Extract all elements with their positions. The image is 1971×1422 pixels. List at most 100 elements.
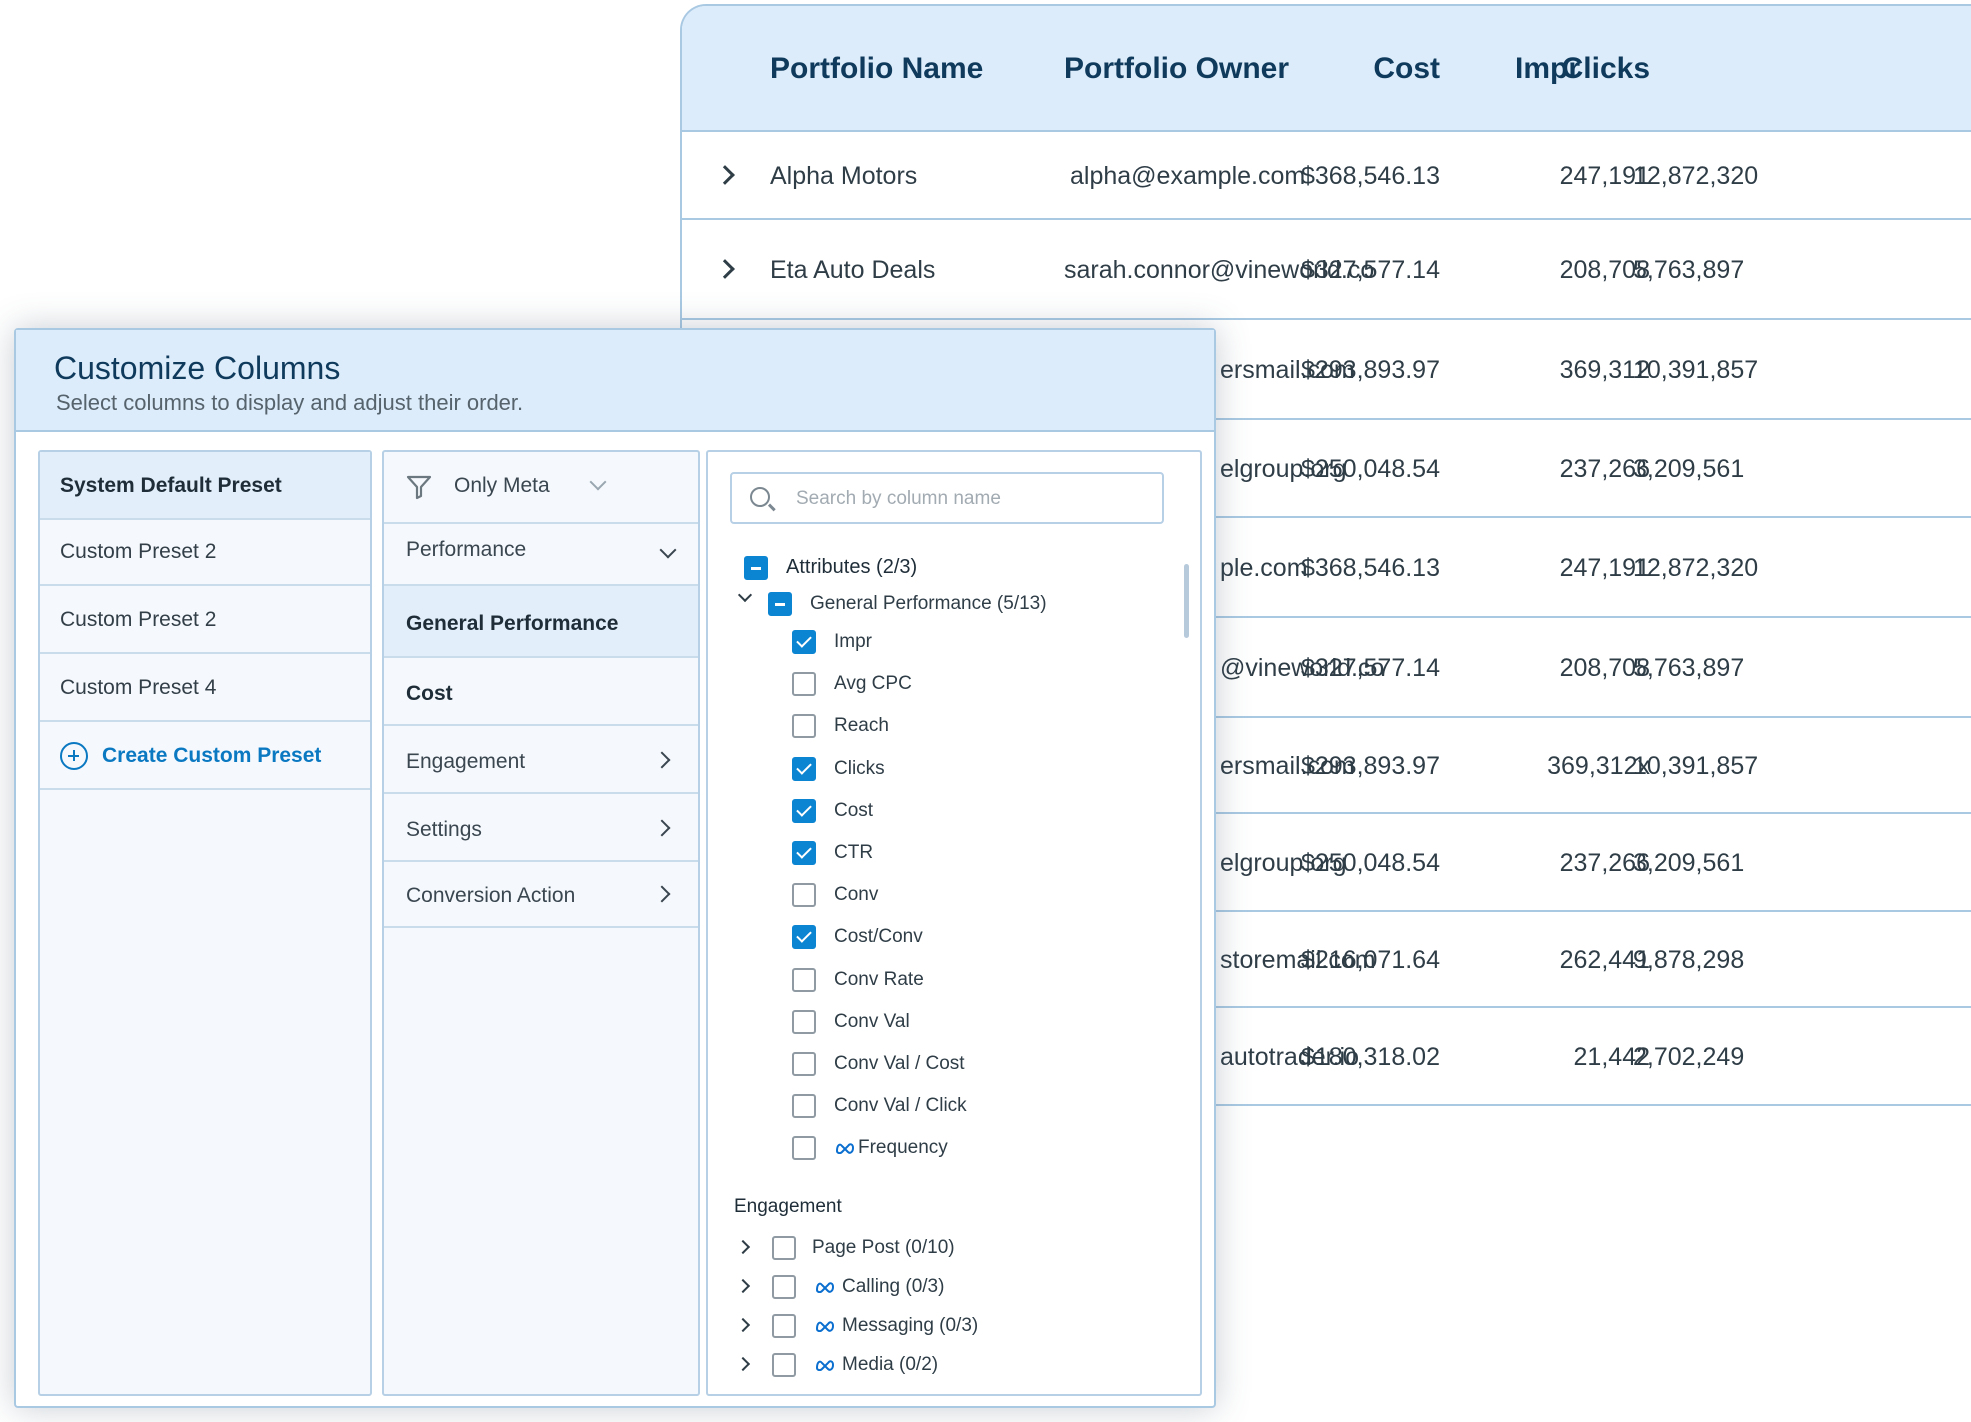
col-header-portfolio-owner[interactable]: Portfolio Owner xyxy=(1064,52,1289,86)
engagement-label-text: Calling (0/3) xyxy=(842,1276,945,1297)
engagement-checkbox[interactable] xyxy=(772,1314,796,1338)
expand-row-icon[interactable] xyxy=(715,165,735,185)
meta-icon xyxy=(815,1360,835,1371)
expand-icon[interactable] xyxy=(735,1317,751,1333)
category-settings[interactable]: Settings xyxy=(384,794,698,862)
filter-label: Only Meta xyxy=(454,474,550,497)
field-label: CTR xyxy=(834,842,873,864)
field-checkbox[interactable] xyxy=(792,925,816,950)
field-checkbox[interactable] xyxy=(792,1094,816,1119)
field-label-text: Conv Rate xyxy=(834,968,924,990)
field-label: Cost/Conv xyxy=(834,926,923,948)
preset-item[interactable]: Custom Preset 2 xyxy=(40,518,370,586)
field-checkbox[interactable] xyxy=(792,714,816,739)
col-header-cost[interactable]: Cost xyxy=(1373,52,1440,86)
clicks-cell: 237,266 xyxy=(1559,455,1650,483)
category-cost[interactable]: Cost xyxy=(384,658,698,726)
table-row[interactable]: Eta Auto Deals sarah.connor@vineworld.co $… xyxy=(682,220,1971,320)
field-label: Cost xyxy=(834,800,873,822)
category-conversion-action[interactable]: Conversion Action xyxy=(384,862,698,928)
field-label-text: Conv xyxy=(834,884,879,906)
category-engagement[interactable]: Engagement xyxy=(384,726,698,794)
field-label-text: Cost xyxy=(834,799,874,821)
expand-icon[interactable] xyxy=(735,1356,751,1372)
field-checkbox[interactable] xyxy=(792,1052,816,1076)
preset-item[interactable]: Custom Preset 4 xyxy=(40,654,370,722)
impr-cell: 12,872,320 xyxy=(1633,162,1759,190)
fields-panel: Attributes (2/3) General Performance (5/… xyxy=(706,450,1202,1396)
field-checkbox[interactable] xyxy=(792,672,816,697)
preset-item[interactable]: System Default Preset xyxy=(40,452,370,520)
general-performance-checkbox[interactable] xyxy=(768,592,792,616)
meta-filter-dropdown[interactable]: Only Meta xyxy=(384,452,698,524)
portfolio-owner-cell: alpha@example.com xyxy=(1070,162,1306,190)
engagement-heading: Engagement xyxy=(734,1196,842,1217)
category-general-performance[interactable]: General Performance xyxy=(384,586,698,658)
field-checkbox[interactable] xyxy=(792,841,816,865)
clicks-cell: 247,191 xyxy=(1559,162,1650,190)
field-checkbox[interactable] xyxy=(792,798,816,823)
col-header-clicks[interactable]: Clicks xyxy=(1562,52,1650,86)
filter-icon xyxy=(406,475,432,500)
table-row[interactable]: Alpha Motors alpha@example.com $368,546.13… xyxy=(682,132,1971,220)
field-checkbox[interactable] xyxy=(792,883,816,908)
expand-icon[interactable] xyxy=(735,1278,751,1294)
col-header-portfolio-name[interactable]: Portfolio Name xyxy=(770,52,983,86)
clicks-cell: 369,312 xyxy=(1559,356,1650,384)
field-label: Conv Val / Click xyxy=(834,1095,967,1117)
clicks-cell: 262,441 xyxy=(1559,946,1650,974)
preset-label: System Default Preset xyxy=(60,474,282,497)
expand-row-icon[interactable] xyxy=(715,259,735,279)
cost-cell: $293,893.97 xyxy=(1300,356,1440,384)
cost-cell: $180,318.02 xyxy=(1300,1043,1440,1071)
chevron-right-icon xyxy=(653,885,671,903)
chevron-right-icon xyxy=(653,819,671,837)
cost-cell: $250,048.54 xyxy=(1300,849,1440,877)
field-label: Avg CPC xyxy=(834,673,912,695)
engagement-label-text: Media (0/2) xyxy=(842,1354,939,1375)
field-label: Conv Rate xyxy=(834,969,924,991)
field-label: Reach xyxy=(834,715,889,737)
expand-icon[interactable] xyxy=(735,1239,751,1255)
field-checkbox[interactable] xyxy=(792,967,816,992)
clicks-cell: 208,708 xyxy=(1559,654,1650,682)
performance-group[interactable]: Performance xyxy=(384,524,698,586)
engagement-checkbox[interactable] xyxy=(772,1236,796,1260)
categories-list: Only Meta Performance General Performanc… xyxy=(382,450,700,1396)
performance-label: Performance xyxy=(406,538,527,561)
field-label: Conv xyxy=(834,884,878,906)
search-icon xyxy=(750,487,770,507)
cost-cell: $293,893.97 xyxy=(1300,752,1440,780)
attributes-checkbox[interactable] xyxy=(744,556,768,580)
column-search[interactable] xyxy=(730,472,1164,524)
field-checkbox[interactable] xyxy=(792,1009,816,1034)
impr-cell: 10,391,857 xyxy=(1633,752,1759,780)
collapse-icon[interactable] xyxy=(737,587,753,603)
meta-icon xyxy=(815,1321,835,1332)
chevron-down-icon xyxy=(659,541,677,559)
general-performance-label: General Performance (5/13) xyxy=(810,593,1047,614)
impr-cell: 12,872,320 xyxy=(1633,554,1759,582)
field-label: Clicks xyxy=(834,758,885,780)
cost-cell: $216,071.64 xyxy=(1300,946,1440,974)
field-label-text: Clicks xyxy=(834,757,885,779)
create-preset-label: Create Custom Preset xyxy=(102,744,322,767)
field-checkbox[interactable] xyxy=(792,1136,816,1161)
chevron-down-icon xyxy=(589,473,607,491)
engagement-checkbox[interactable] xyxy=(772,1353,796,1377)
scrollbar[interactable] xyxy=(1184,564,1189,638)
create-custom-preset-button[interactable]: Create Custom Preset xyxy=(40,722,370,790)
engagement-label: Page Post (0/10) xyxy=(812,1237,955,1259)
field-label: Impr xyxy=(834,631,872,653)
search-input[interactable] xyxy=(796,484,1146,514)
field-label-text: Reach xyxy=(834,715,889,737)
add-circle-icon xyxy=(60,742,88,770)
field-checkbox[interactable] xyxy=(792,630,816,654)
preset-item[interactable]: Custom Preset 2 xyxy=(40,586,370,654)
panel-subtitle: Select columns to display and adjust the… xyxy=(56,390,524,415)
cost-cell: $250,048.54 xyxy=(1300,455,1440,483)
engagement-label-text: Messaging (0/3) xyxy=(842,1315,979,1336)
field-checkbox[interactable] xyxy=(792,756,816,781)
engagement-checkbox[interactable] xyxy=(772,1275,796,1299)
attributes-label: Attributes (2/3) xyxy=(786,556,918,578)
